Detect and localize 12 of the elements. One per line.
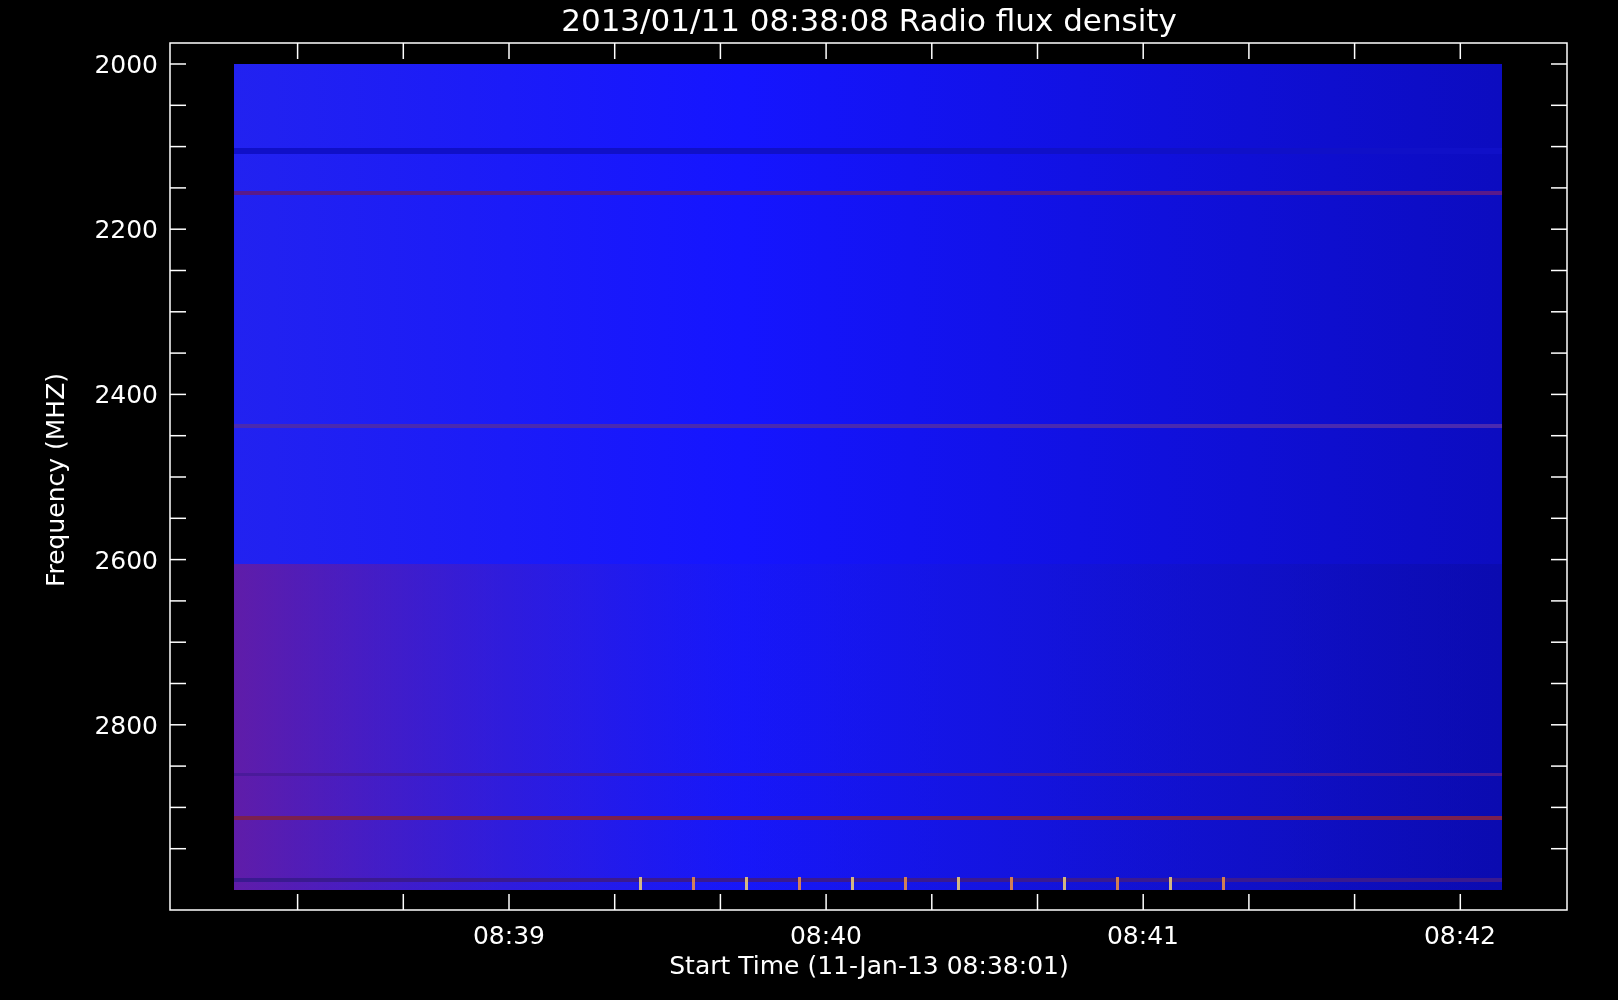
tick-label: 2200 (94, 215, 158, 245)
tick-label: 2800 (94, 710, 158, 740)
x-axis-title: Start Time (11-Jan-13 08:38:01) (669, 951, 1069, 980)
tick-label: 08:39 (473, 921, 545, 950)
tick-label: 08:41 (1107, 921, 1179, 950)
plot-title: 2013/01/11 08:38:08 Radio flux density (561, 2, 1177, 38)
tick-label: 2000 (94, 50, 158, 79)
tick-label: 08:40 (790, 921, 862, 950)
tick-label: 2600 (94, 545, 158, 575)
tick-label: 08:42 (1424, 921, 1496, 950)
tick-label: 2400 (94, 380, 158, 410)
y-axis-title: Frequency (MHZ) (41, 372, 70, 588)
